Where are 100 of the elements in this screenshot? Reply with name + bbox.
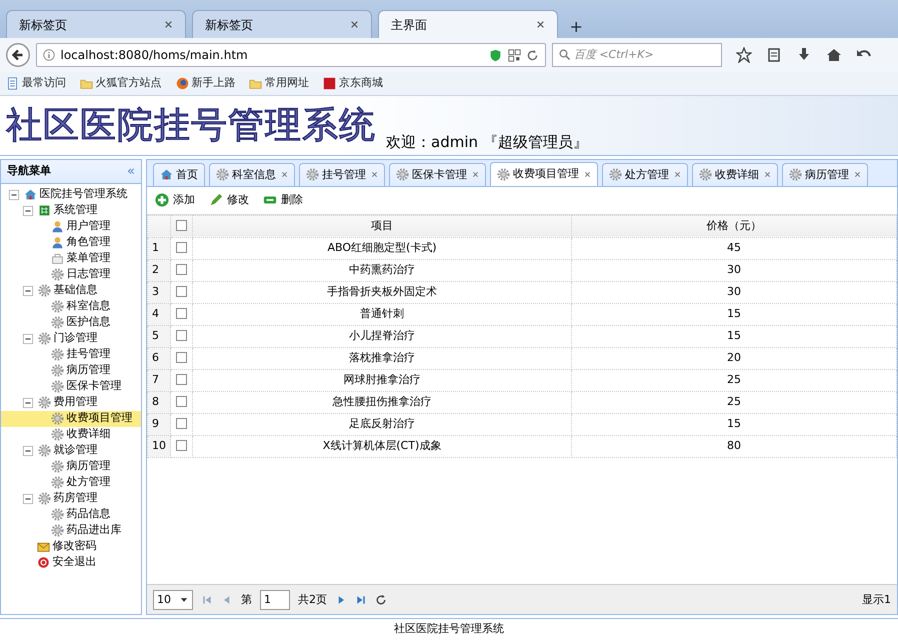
content-tab[interactable]: 病历管理 <box>782 162 868 186</box>
tree-item[interactable]: 门诊管理 <box>1 330 141 346</box>
row-checkbox[interactable] <box>176 396 187 408</box>
close-icon[interactable] <box>472 171 479 178</box>
tree-label: 系统管理 <box>54 202 98 218</box>
back-icon <box>6 43 30 67</box>
row-checkbox[interactable] <box>176 440 187 452</box>
bookmark-link[interactable]: 常用网址 <box>249 75 309 92</box>
content-tab[interactable]: 收费详细 <box>692 162 778 186</box>
close-icon[interactable] <box>674 171 681 178</box>
tree-item[interactable]: 药房管理 <box>1 490 141 506</box>
row-number: 2 <box>148 259 170 282</box>
gear-icon <box>38 332 51 345</box>
collapse-toggle-icon[interactable] <box>23 286 33 296</box>
close-icon[interactable] <box>764 171 771 178</box>
collapse-toggle-icon[interactable] <box>23 398 33 408</box>
row-checkbox[interactable] <box>176 374 187 386</box>
address-bar[interactable]: localhost:8080/homs/main.htm <box>36 43 546 67</box>
tree-item[interactable]: 病历管理 <box>1 458 141 474</box>
tree-item[interactable]: 安全退出 <box>1 554 141 570</box>
tree-label: 门诊管理 <box>54 330 98 346</box>
row-number: 7 <box>148 369 170 392</box>
close-icon[interactable] <box>584 170 591 178</box>
bookmark-link[interactable]: 新手上路 <box>176 75 236 92</box>
content-tab[interactable]: 医保卡管理 <box>389 162 486 186</box>
tree-item[interactable]: 收费详细 <box>1 426 141 442</box>
tree-item[interactable]: 系统管理 <box>1 202 141 218</box>
browser-tab[interactable]: 新标签页 <box>6 10 186 38</box>
star-icon[interactable] <box>736 47 752 63</box>
page-size-select[interactable]: 10 <box>153 590 193 610</box>
row-checkbox[interactable] <box>176 330 187 342</box>
tree-label: 基础信息 <box>54 282 98 298</box>
tree-item[interactable]: 医院挂号管理系统 <box>1 186 141 202</box>
row-number: 10 <box>148 435 170 458</box>
collapse-toggle-icon[interactable] <box>23 206 33 216</box>
tree-item[interactable]: 医保卡管理 <box>1 378 141 394</box>
tree-item[interactable]: 菜单管理 <box>1 250 141 266</box>
browser-tab[interactable]: 主界面 <box>378 10 558 38</box>
browser-tab[interactable]: 新标签页 <box>192 10 372 38</box>
last-page-icon[interactable] <box>355 594 367 606</box>
close-icon[interactable] <box>281 171 288 178</box>
tree-item[interactable]: 科室信息 <box>1 298 141 314</box>
tree-label: 角色管理 <box>66 234 110 250</box>
collapse-toggle-icon[interactable] <box>23 446 33 456</box>
new-tab-button[interactable]: + <box>564 16 588 38</box>
bookmark-link[interactable]: 火狐官方站点 <box>80 75 162 92</box>
tree-label: 药品信息 <box>66 506 110 522</box>
close-icon[interactable] <box>371 171 378 178</box>
tree-item[interactable]: 处方管理 <box>1 474 141 490</box>
gear-icon <box>50 380 64 393</box>
row-checkbox[interactable] <box>176 286 187 298</box>
close-icon[interactable] <box>854 171 861 178</box>
tree-item[interactable]: 病历管理 <box>1 362 141 378</box>
gear-icon <box>50 316 64 329</box>
tree-item[interactable]: 药品进出库 <box>1 522 141 538</box>
tree-item[interactable]: 费用管理 <box>1 394 141 410</box>
tree-item[interactable]: 基础信息 <box>1 282 141 298</box>
first-page-icon[interactable] <box>201 594 213 606</box>
tree-item[interactable]: 医护信息 <box>1 314 141 330</box>
content-tab[interactable]: 科室信息 <box>209 162 295 186</box>
content-tab[interactable]: 收费项目管理 <box>490 162 598 186</box>
collapse-toggle-icon[interactable] <box>9 190 19 200</box>
collapse-toggle-icon[interactable] <box>23 494 33 504</box>
content-tab[interactable]: 处方管理 <box>602 162 688 186</box>
collapse-toggle-icon[interactable] <box>23 334 33 344</box>
power-icon <box>36 556 50 569</box>
toolbar-button[interactable]: 修改 <box>209 192 249 208</box>
tree-item[interactable]: 角色管理 <box>1 234 141 250</box>
row-number: 1 <box>148 237 170 260</box>
tree-item[interactable]: 药品信息 <box>1 506 141 522</box>
row-checkbox[interactable] <box>176 352 187 364</box>
toolbar-button[interactable]: 添加 <box>155 192 195 208</box>
bookmark-link[interactable]: 京东商城 <box>323 75 383 92</box>
page-summary: 显示1 <box>862 592 891 608</box>
tree-item[interactable]: 就诊管理 <box>1 442 141 458</box>
tree-item[interactable]: 日志管理 <box>1 266 141 282</box>
row-checkbox[interactable] <box>176 264 187 276</box>
search-field[interactable]: 百度 <Ctrl+K> <box>552 43 722 67</box>
home-icon[interactable] <box>826 47 842 63</box>
row-checkbox[interactable] <box>176 242 187 254</box>
toolbar-button[interactable]: 删除 <box>263 192 303 208</box>
row-checkbox[interactable] <box>176 308 187 320</box>
close-icon <box>536 20 545 29</box>
select-all-checkbox[interactable] <box>176 220 187 232</box>
row-checkbox[interactable] <box>176 418 187 430</box>
table-cell: 落枕推拿治疗 <box>192 347 572 370</box>
tree-item[interactable]: 修改密码 <box>1 538 141 554</box>
tree-item[interactable]: 用户管理 <box>1 218 141 234</box>
tree-item[interactable]: 收费项目管理 <box>1 410 141 426</box>
tree-label: 医院挂号管理系统 <box>40 186 128 202</box>
tree-item[interactable]: 挂号管理 <box>1 346 141 362</box>
content-tab[interactable]: 首页 <box>153 162 205 186</box>
refresh-icon[interactable] <box>375 594 387 606</box>
gear-icon <box>38 444 51 457</box>
bookmark-link[interactable]: 最常访问 <box>6 75 66 92</box>
content-tab[interactable]: 挂号管理 <box>299 162 385 186</box>
page-number-field[interactable]: 1 <box>260 590 290 610</box>
gear-icon <box>50 268 64 281</box>
reading-list-icon[interactable] <box>766 47 782 63</box>
tab-label: 收费详细 <box>715 166 759 182</box>
